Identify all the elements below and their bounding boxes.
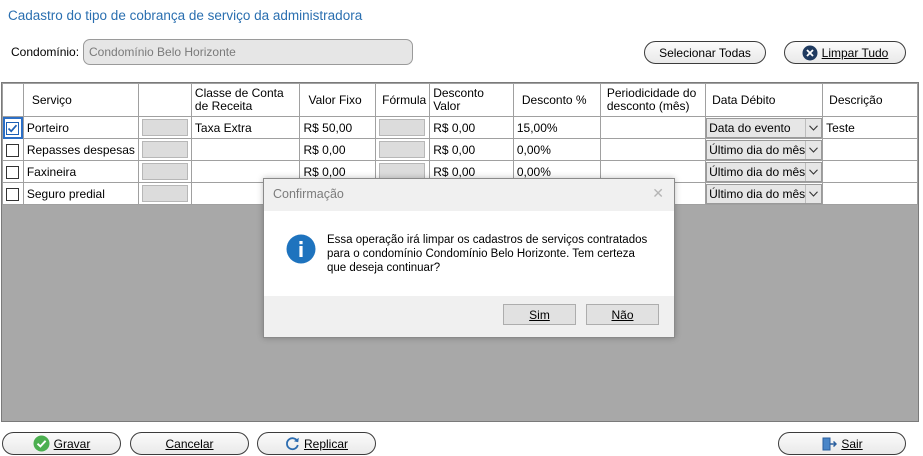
cancel-button[interactable]: Cancelar	[130, 432, 249, 455]
row-checkbox-cell[interactable]	[2, 160, 24, 183]
condominio-field[interactable]: Condomínio Belo Horizonte	[83, 39, 413, 65]
replicate-label: Replicar	[303, 436, 348, 451]
formula-cell[interactable]	[375, 138, 431, 161]
replicate-button[interactable]: Replicar	[257, 432, 376, 455]
chevron-down-icon[interactable]	[805, 162, 821, 181]
classe-cell[interactable]	[190, 138, 301, 161]
yes-button[interactable]: Sim	[503, 304, 576, 325]
select-all-label: Selecionar Todas	[659, 45, 751, 60]
blank-cell[interactable]	[137, 182, 192, 205]
desconto-pct-cell[interactable]: 15,00%	[512, 116, 601, 139]
clear-all-label: Limpar Tudo	[821, 45, 889, 60]
descricao-cell[interactable]	[822, 182, 918, 205]
servico-cell[interactable]: Repasses despesas	[22, 138, 139, 161]
periodicidade-cell[interactable]	[599, 138, 707, 161]
data-debito-value: Último dia do mês	[709, 186, 806, 201]
door-exit-icon	[821, 436, 838, 452]
header-row: Serviço Classe de Conta de Receita Valor…	[2, 83, 918, 117]
blank-cell[interactable]	[137, 116, 192, 139]
header-desconto-pct[interactable]: Desconto %	[512, 83, 601, 117]
formula-cell[interactable]	[375, 116, 431, 139]
data-debito-combo[interactable]: Último dia do mês	[706, 161, 822, 182]
servico-cell[interactable]: Faxineira	[22, 160, 139, 183]
refresh-icon	[285, 436, 300, 451]
header-descricao[interactable]: Descrição	[822, 83, 918, 117]
data-debito-cell[interactable]: Último dia do mês	[705, 138, 824, 161]
chevron-down-icon[interactable]	[805, 140, 821, 159]
info-icon	[286, 234, 316, 267]
close-icon[interactable]: ✕	[652, 185, 664, 202]
close-circle-icon	[802, 45, 818, 61]
chevron-down-icon[interactable]	[805, 118, 821, 137]
yes-label: Sim	[529, 307, 550, 322]
header-data-debito[interactable]: Data Débito	[705, 83, 824, 117]
descricao-cell[interactable]	[822, 160, 918, 183]
check-circle-icon	[33, 435, 50, 452]
data-debito-cell[interactable]: Último dia do mês	[705, 182, 824, 205]
data-debito-cell[interactable]: Data do evento	[705, 116, 824, 139]
row-checkbox-cell[interactable]	[2, 138, 24, 161]
data-debito-value: Último dia do mês	[709, 142, 806, 157]
dialog-message: Essa operação irá limpar os cadastros de…	[327, 234, 648, 274]
dialog-body: Essa operação irá limpar os cadastros de…	[264, 211, 674, 296]
servico-cell[interactable]: Seguro predial	[22, 182, 139, 205]
exit-button[interactable]: Sair	[778, 432, 906, 455]
page-title: Cadastro do tipo de cobrança de serviço …	[8, 8, 363, 23]
valor-fixo-cell[interactable]: R$ 0,00	[299, 138, 377, 161]
blank-cell[interactable]	[137, 138, 192, 161]
data-debito-value: Data do evento	[709, 120, 791, 135]
header-valor-fixo[interactable]: Valor Fixo	[299, 83, 377, 117]
servico-cell[interactable]: Porteiro	[22, 116, 139, 139]
save-button[interactable]: Gravar	[2, 432, 121, 455]
row-checkbox-cell[interactable]	[2, 182, 24, 205]
table-row[interactable]: Repasses despesas R$ 0,00 R$ 0,00 0,00% …	[2, 138, 918, 161]
blank-cell[interactable]	[137, 160, 192, 183]
checkmark-icon	[7, 124, 18, 133]
confirmation-dialog: Confirmação ✕ Essa operação irá limpar o…	[263, 178, 675, 338]
row-checkbox[interactable]	[6, 187, 19, 201]
clear-all-button[interactable]: Limpar Tudo	[784, 41, 906, 64]
periodicidade-cell[interactable]	[599, 116, 707, 139]
cancel-label: Cancelar	[165, 436, 214, 451]
header-blank[interactable]	[137, 83, 192, 117]
no-label: Não	[611, 307, 634, 322]
descricao-cell[interactable]	[822, 138, 918, 161]
desconto-pct-cell[interactable]: 0,00%	[512, 138, 601, 161]
header-periodicidade[interactable]: Periodicidade do desconto (mês)	[599, 83, 707, 117]
valor-fixo-cell[interactable]: R$ 50,00	[299, 116, 377, 139]
data-debito-cell[interactable]: Último dia do mês	[705, 160, 824, 183]
row-checkbox[interactable]	[6, 143, 19, 157]
condominio-label: Condomínio:	[11, 45, 80, 59]
data-debito-combo[interactable]: Data do evento	[706, 117, 822, 138]
no-button[interactable]: Não	[586, 304, 659, 325]
header-classe[interactable]: Classe de Conta de Receita	[190, 83, 301, 117]
desconto-valor-cell[interactable]: R$ 0,00	[429, 138, 514, 161]
header-formula[interactable]: Fórmula	[375, 83, 431, 117]
chevron-down-icon[interactable]	[805, 184, 821, 203]
header-check	[2, 83, 24, 117]
header-desconto-valor[interactable]: Desconto Valor	[429, 83, 514, 117]
data-debito-combo[interactable]: Último dia do mês	[706, 183, 822, 204]
dialog-title: Confirmação	[273, 187, 344, 201]
select-all-button[interactable]: Selecionar Todas	[644, 41, 766, 64]
save-label: Gravar	[53, 436, 91, 451]
data-debito-value: Último dia do mês	[709, 164, 806, 179]
row-checkbox[interactable]	[6, 121, 19, 135]
table-row[interactable]: Porteiro Taxa Extra R$ 50,00 R$ 0,00 15,…	[2, 116, 918, 139]
descricao-cell[interactable]: Teste	[822, 116, 918, 139]
classe-cell[interactable]: Taxa Extra	[190, 116, 301, 139]
header-servico[interactable]: Serviço	[22, 83, 139, 117]
exit-label: Sair	[841, 436, 863, 451]
data-debito-combo[interactable]: Último dia do mês	[706, 139, 822, 160]
row-checkbox[interactable]	[6, 165, 19, 179]
row-checkbox-cell[interactable]	[2, 116, 24, 139]
desconto-valor-cell[interactable]: R$ 0,00	[429, 116, 514, 139]
